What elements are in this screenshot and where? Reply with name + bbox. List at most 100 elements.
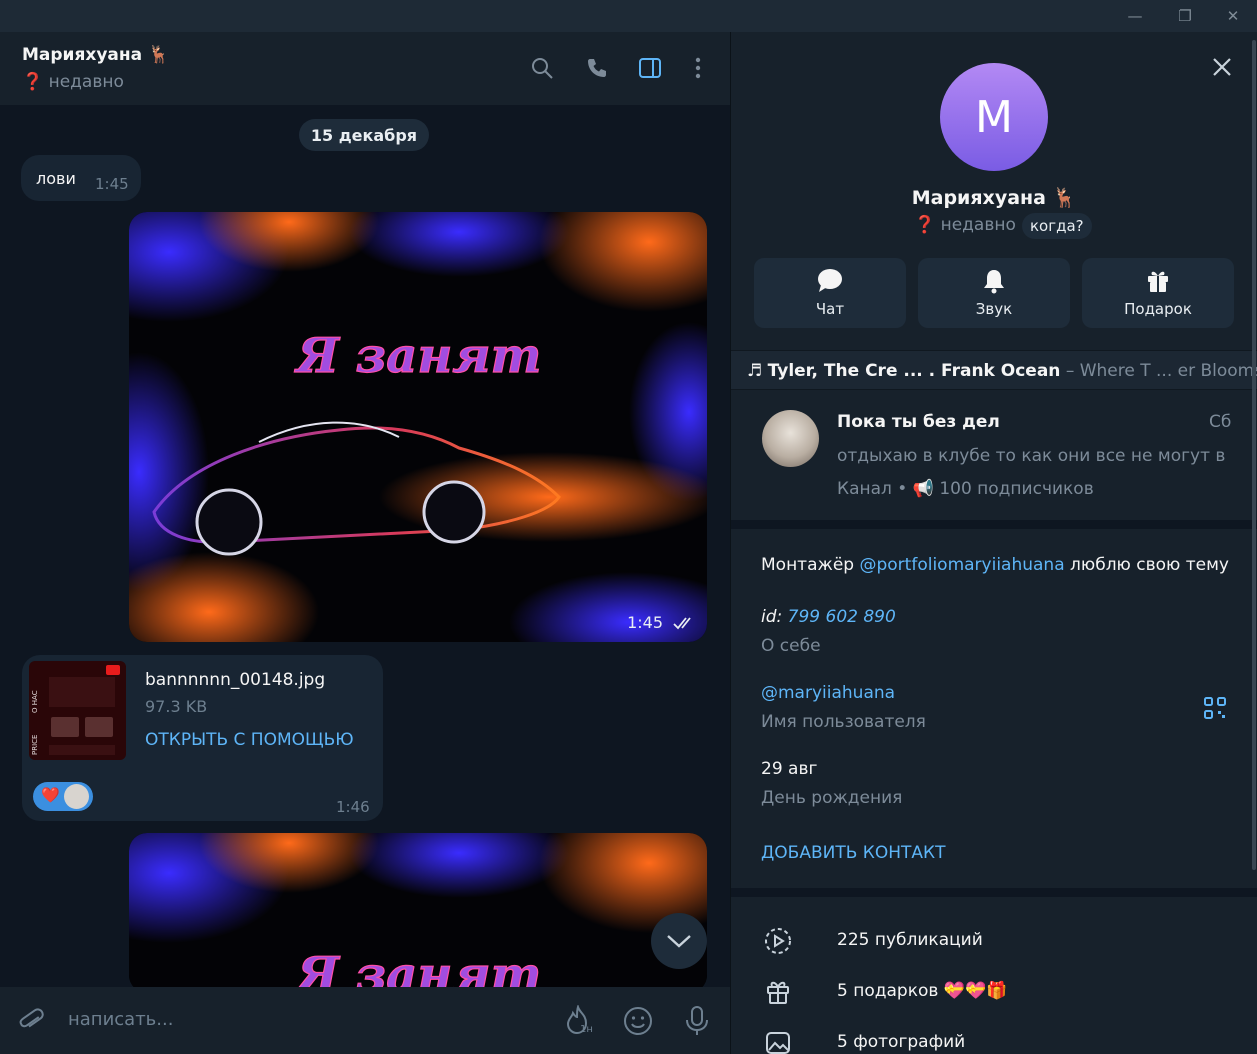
chat-header[interactable]: Марияхуана 🦌 ❓ недавно	[0, 32, 730, 105]
profile-status: ❓ недавно	[914, 215, 1016, 235]
chat-panel: Марияхуана 🦌 ❓ недавно 15 декабря лови 1…	[0, 32, 730, 1054]
channel-meta-prefix: Канал •	[837, 479, 908, 499]
birthday-value: 29 авг	[761, 759, 818, 779]
message-composer: написать... 1н	[0, 987, 730, 1054]
deer-emoji-icon: 🦌	[148, 45, 170, 65]
restore-icon: ❐	[1178, 7, 1192, 25]
gift-action-button[interactable]: Подарок	[1082, 258, 1234, 328]
media-time: 1:45	[627, 613, 697, 632]
profile-status-text: недавно	[940, 215, 1016, 235]
chat-status: ❓ недавно	[22, 72, 124, 92]
music-text: ♬ Tyler, The Cre ... . Frank Ocean – Whe…	[747, 361, 1257, 381]
profile-name: Марияхуана 🦌	[731, 186, 1257, 209]
qr-code-icon	[1204, 697, 1226, 719]
file-name: bannnnnn_00148.jpg	[145, 670, 326, 690]
chat-action-button[interactable]: Чат	[754, 258, 906, 328]
id-row[interactable]: id: 799 602 890	[761, 607, 896, 627]
channel-avatar	[762, 410, 819, 467]
date-separator: 15 декабря	[299, 119, 429, 151]
photos-row[interactable]: 5 фотографий	[731, 1020, 1257, 1054]
chat-action-label: Чат	[815, 300, 845, 318]
close-window-button[interactable]: ✕	[1210, 0, 1256, 32]
close-profile-button[interactable]	[1211, 56, 1233, 78]
personal-channel[interactable]: Пока ты без дел Сб отдыхаю в клубе то ка…	[731, 390, 1257, 520]
username-caption: Имя пользователя	[761, 712, 926, 732]
gift-action-label: Подарок	[1124, 300, 1192, 318]
gift-emojis: 💝💝🎁	[943, 981, 1008, 1001]
close-icon: ✕	[1226, 7, 1240, 25]
profile-panel: M Марияхуана 🦌 ❓ недавно когда? Чат Звук…	[731, 32, 1257, 1054]
sound-action-label: Звук	[975, 300, 1013, 318]
profile-avatar[interactable]: M	[940, 63, 1048, 171]
attach-button[interactable]	[16, 1005, 48, 1037]
channel-day: Сб	[1209, 412, 1232, 432]
section-separator	[731, 520, 1257, 529]
open-with-button[interactable]: ОТКРЫТЬ С ПОМОЩЬЮ	[145, 730, 354, 750]
fire-car-image: Я занят	[129, 212, 707, 642]
thumb-text-price: PRICE	[31, 734, 39, 755]
restore-button[interactable]: ❐	[1162, 0, 1208, 32]
message-input[interactable]: написать...	[68, 1009, 173, 1030]
double-check-icon	[673, 616, 691, 629]
scroll-down-button[interactable]	[651, 913, 707, 969]
avatar-letter: M	[975, 91, 1013, 143]
qr-code-button[interactable]	[1203, 696, 1227, 720]
smiley-icon	[624, 1007, 652, 1035]
paperclip-icon	[19, 1008, 44, 1028]
heart-icon: ❤️	[41, 786, 60, 804]
reaction-badge[interactable]: ❤️	[33, 782, 93, 811]
toggle-sidebar-button[interactable]	[636, 54, 664, 82]
sound-action-button[interactable]: Звук	[918, 258, 1070, 328]
voice-button[interactable]	[681, 1005, 713, 1037]
question-mark-icon: ❓	[22, 72, 44, 92]
chevron-down-icon	[667, 935, 691, 948]
photos-count: 5 фотографий	[837, 1032, 966, 1052]
sidebar-icon	[639, 58, 661, 78]
profile-name-text: Марияхуана	[911, 187, 1046, 209]
chat-status-text: недавно	[48, 72, 124, 92]
username-link[interactable]: @maryiiahuana	[761, 683, 895, 703]
stories-icon	[765, 928, 791, 954]
id-label: id:	[761, 607, 783, 627]
more-vertical-icon	[695, 57, 701, 79]
stories-row[interactable]: 225 публикаций	[731, 918, 1257, 962]
media-message[interactable]: Я занят	[129, 833, 707, 993]
emoji-button[interactable]	[622, 1005, 654, 1037]
file-thumbnail[interactable]: О НАС PRICE	[29, 661, 126, 760]
gift-icon	[1148, 271, 1168, 292]
timer-button[interactable]: 1н	[563, 1005, 595, 1037]
reactor-avatar	[64, 784, 89, 809]
megaphone-icon: 📢	[912, 479, 934, 499]
file-message[interactable]: О НАС PRICE bannnnnn_00148.jpg 97.3 KB О…	[22, 655, 383, 821]
bio-link[interactable]: @portfoliomaryiiahuana	[859, 555, 1064, 575]
gift-icon	[767, 981, 789, 1004]
chat-title: Марияхуана 🦌	[22, 45, 169, 65]
image-caption-art: Я занят	[294, 328, 542, 384]
call-button[interactable]	[583, 54, 611, 82]
close-icon	[1213, 58, 1231, 76]
music-artist: Tyler, The Cre ... . Frank Ocean	[767, 361, 1061, 381]
chat-title-text: Марияхуана	[22, 45, 143, 65]
microphone-icon	[686, 1006, 708, 1035]
media-message[interactable]: Я занят 1:45	[129, 212, 707, 642]
file-time: 1:46	[336, 798, 370, 816]
thumb-text-about: О НАС	[31, 690, 39, 713]
channel-meta: Канал • 📢 100 подписчиков	[837, 479, 1094, 499]
channel-preview: отдыхаю в клубе то как они все не могут …	[837, 446, 1227, 466]
bio-caption: О себе	[761, 636, 821, 656]
chat-bubble-icon	[818, 269, 842, 292]
deer-emoji-icon: 🦌	[1052, 187, 1077, 209]
profile-scrollbar[interactable]	[1252, 40, 1256, 870]
photo-icon	[766, 1032, 790, 1054]
when-button[interactable]: когда?	[1022, 213, 1092, 239]
gifts-row[interactable]: 5 подарков 💝💝🎁	[731, 969, 1257, 1013]
search-button[interactable]	[528, 54, 556, 82]
minimize-button[interactable]: —	[1112, 0, 1158, 32]
more-button[interactable]	[684, 54, 712, 82]
add-contact-button[interactable]: ДОБАВИТЬ КОНТАКТ	[761, 843, 946, 863]
bio-prefix: Монтажёр	[761, 555, 860, 575]
music-row[interactable]: ♬ Tyler, The Cre ... . Frank Ocean – Whe…	[731, 350, 1257, 390]
gifts-count-text: 5 подарков	[837, 981, 939, 1001]
message-bubble[interactable]: лови 1:45	[21, 155, 141, 201]
search-icon	[532, 58, 553, 79]
